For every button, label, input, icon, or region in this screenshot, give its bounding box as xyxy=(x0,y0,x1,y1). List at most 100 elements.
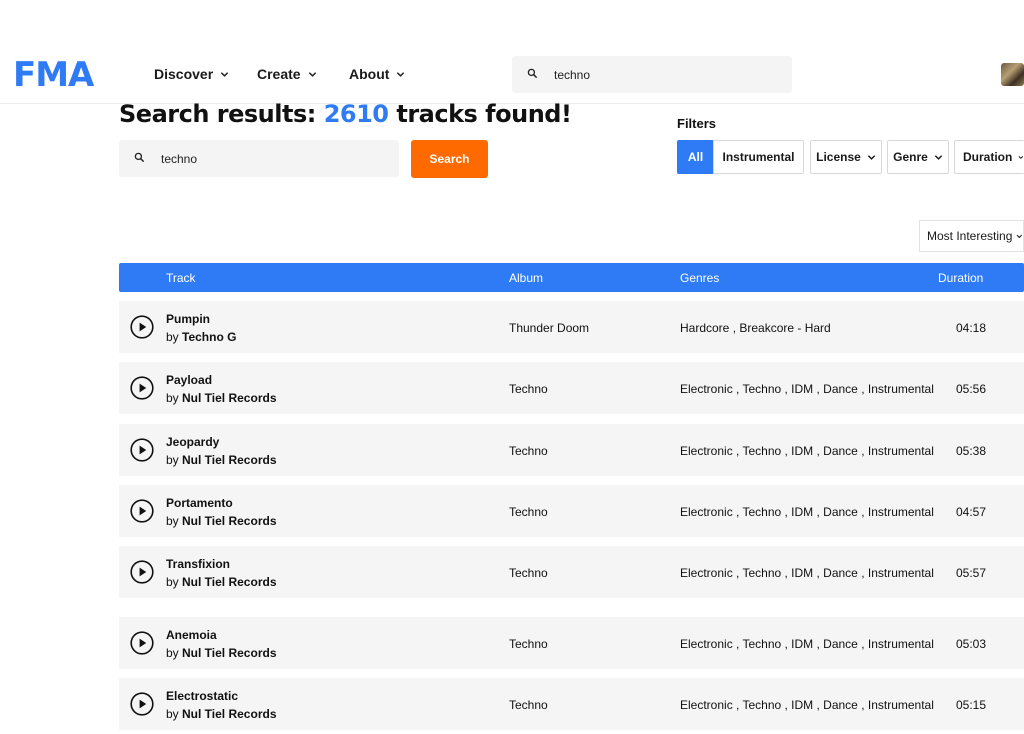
header-search-input[interactable] xyxy=(554,65,774,85)
track-album[interactable]: Techno xyxy=(509,698,548,712)
track-title[interactable]: Payload xyxy=(166,373,212,387)
search-button[interactable]: Search xyxy=(411,140,488,178)
track-genres[interactable]: Electronic , Techno , IDM , Dance , Inst… xyxy=(680,637,934,651)
main-search xyxy=(119,140,399,177)
column-duration: Duration xyxy=(938,271,984,285)
track-title[interactable]: Pumpin xyxy=(166,312,210,326)
track-title[interactable]: Transfixion xyxy=(166,557,230,571)
table-row: Transfixion by Nul Tiel Records Techno E… xyxy=(119,546,1024,598)
table-row: Electrostatic by Nul Tiel Records Techno… xyxy=(119,678,1024,730)
chevron-down-icon xyxy=(867,154,876,160)
artist-link[interactable]: Nul Tiel Records xyxy=(182,575,276,589)
search-icon xyxy=(134,152,145,163)
track-genres[interactable]: Electronic , Techno , IDM , Dance , Inst… xyxy=(680,444,934,458)
by-label: by xyxy=(166,514,183,528)
track-title[interactable]: Electrostatic xyxy=(166,689,238,703)
column-album: Album xyxy=(509,271,544,285)
by-label: by xyxy=(166,575,183,589)
track-genres[interactable]: Electronic , Techno , IDM , Dance , Inst… xyxy=(680,566,934,580)
column-genres: Genres xyxy=(680,271,720,285)
play-icon[interactable] xyxy=(130,560,154,584)
play-icon[interactable] xyxy=(130,376,154,400)
nav-about-label: About xyxy=(349,66,390,82)
filter-all-button[interactable]: All xyxy=(677,140,714,174)
site-header: FMA Discover Create About xyxy=(0,44,1024,104)
user-avatar[interactable] xyxy=(1001,63,1024,86)
search-icon xyxy=(527,68,538,79)
track-artist: by Nul Tiel Records xyxy=(166,514,277,528)
by-label: by xyxy=(166,646,183,660)
track-duration: 05:56 xyxy=(956,382,987,396)
table-row: Anemoia by Nul Tiel Records Techno Elect… xyxy=(119,617,1024,669)
track-artist: by Nul Tiel Records xyxy=(166,707,277,721)
table-row: Payload by Nul Tiel Records Techno Elect… xyxy=(119,362,1024,414)
artist-link[interactable]: Nul Tiel Records xyxy=(182,453,276,467)
nav-create[interactable]: Create xyxy=(257,66,317,82)
chevron-down-icon xyxy=(934,154,943,160)
track-title[interactable]: Jeopardy xyxy=(166,435,219,449)
filters-label: Filters xyxy=(677,116,717,131)
chevron-down-icon xyxy=(397,71,405,77)
filter-genre-label: Genre xyxy=(893,150,928,164)
track-artist: by Nul Tiel Records xyxy=(166,646,277,660)
page-title: Search results: 2610 tracks found! xyxy=(119,100,572,128)
chevron-down-icon xyxy=(308,71,316,77)
filter-license-button[interactable]: License xyxy=(810,140,882,174)
header-search xyxy=(512,56,792,93)
column-track: Track xyxy=(166,271,196,285)
track-duration: 05:57 xyxy=(956,566,987,580)
filter-genre-button[interactable]: Genre xyxy=(887,140,949,174)
filter-duration-button[interactable]: Duration xyxy=(954,140,1024,174)
track-genres[interactable]: Electronic , Techno , IDM , Dance , Inst… xyxy=(680,505,934,519)
track-album[interactable]: Techno xyxy=(509,505,548,519)
play-icon[interactable] xyxy=(130,438,154,462)
track-artist: by Nul Tiel Records xyxy=(166,575,277,589)
track-title[interactable]: Anemoia xyxy=(166,628,217,642)
artist-link[interactable]: Techno G xyxy=(182,330,236,344)
track-title[interactable]: Portamento xyxy=(166,496,233,510)
artist-link[interactable]: Nul Tiel Records xyxy=(182,514,276,528)
play-icon[interactable] xyxy=(130,315,154,339)
results-prefix: Search results: xyxy=(119,100,324,128)
by-label: by xyxy=(166,453,183,467)
nav-create-label: Create xyxy=(257,66,301,82)
by-label: by xyxy=(166,707,183,721)
nav-about[interactable]: About xyxy=(349,66,405,82)
track-album[interactable]: Techno xyxy=(509,566,548,580)
table-header: Track Album Genres Duration xyxy=(119,263,1024,292)
track-artist: by Nul Tiel Records xyxy=(166,391,277,405)
fma-logo[interactable]: FMA xyxy=(13,58,94,92)
track-duration: 05:15 xyxy=(956,698,987,712)
table-row: Portamento by Nul Tiel Records Techno El… xyxy=(119,485,1024,537)
by-label: by xyxy=(166,330,183,344)
artist-link[interactable]: Nul Tiel Records xyxy=(182,707,276,721)
results-count: 2610 xyxy=(323,100,389,128)
track-genres[interactable]: Electronic , Techno , IDM , Dance , Inst… xyxy=(680,382,934,396)
filter-instrumental-button[interactable]: Instrumental xyxy=(713,140,804,174)
nav-discover[interactable]: Discover xyxy=(154,66,229,82)
sort-dropdown[interactable]: Most Interesting xyxy=(919,220,1024,252)
track-genres[interactable]: Electronic , Techno , IDM , Dance , Inst… xyxy=(680,698,934,712)
track-duration: 05:03 xyxy=(956,637,987,651)
sort-label: Most Interesting xyxy=(927,229,1013,243)
track-artist: by Nul Tiel Records xyxy=(166,453,277,467)
play-icon[interactable] xyxy=(130,631,154,655)
track-duration: 04:18 xyxy=(956,321,987,335)
track-duration: 04:57 xyxy=(956,505,987,519)
track-genres[interactable]: Hardcore , Breakcore - Hard xyxy=(680,321,831,335)
by-label: by xyxy=(166,391,183,405)
track-album[interactable]: Techno xyxy=(509,444,548,458)
track-album[interactable]: Techno xyxy=(509,382,548,396)
play-icon[interactable] xyxy=(130,499,154,523)
filter-all-label: All xyxy=(687,150,704,164)
main-search-input[interactable] xyxy=(161,149,381,169)
artist-link[interactable]: Nul Tiel Records xyxy=(182,391,276,405)
artist-link[interactable]: Nul Tiel Records xyxy=(182,646,276,660)
track-album[interactable]: Techno xyxy=(509,637,548,651)
table-row: Jeopardy by Nul Tiel Records Techno Elec… xyxy=(119,424,1024,476)
filter-instrumental-label: Instrumental xyxy=(722,150,795,164)
track-album[interactable]: Thunder Doom xyxy=(509,321,589,335)
play-icon[interactable] xyxy=(130,692,154,716)
track-duration: 05:38 xyxy=(956,444,987,458)
track-artist: by Techno G xyxy=(166,330,236,344)
